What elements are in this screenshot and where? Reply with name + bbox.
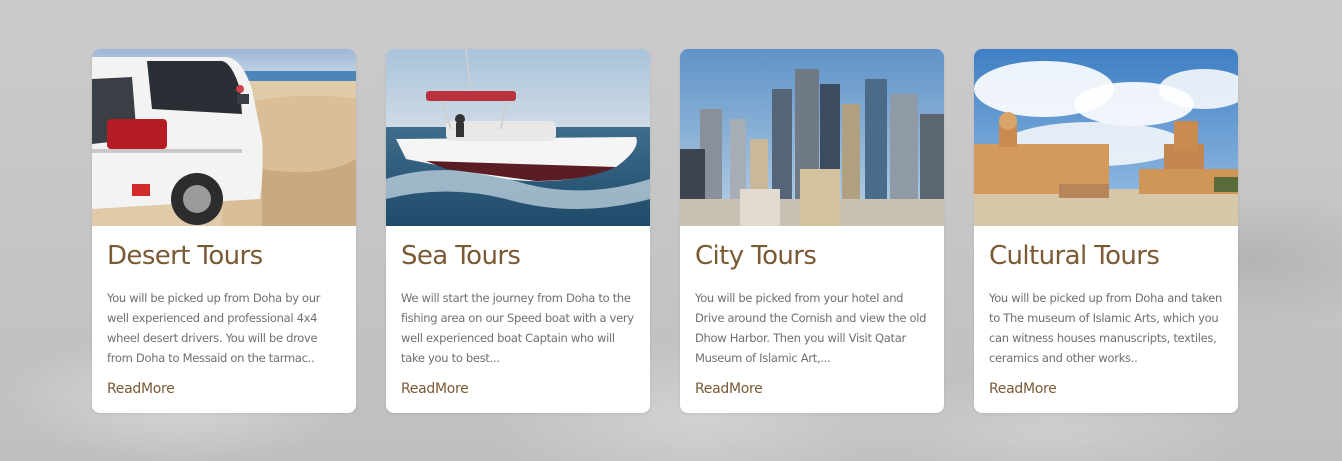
card-title: Desert Tours	[107, 241, 263, 271]
read-more-link[interactable]: ReadMore	[107, 381, 175, 397]
read-more-link[interactable]: ReadMore	[989, 381, 1057, 397]
tour-card-sea: Sea Tours We will start the journey from…	[386, 49, 650, 413]
city-tour-image[interactable]	[680, 49, 944, 226]
cultural-tour-image[interactable]	[974, 49, 1238, 226]
card-title: City Tours	[695, 241, 817, 271]
tour-cards: Desert Tours You will be picked up from …	[92, 49, 1238, 413]
card-description: You will be picked up from Doha and take…	[989, 291, 1222, 365]
desert-tour-image[interactable]	[92, 49, 356, 226]
tour-card-desert: Desert Tours You will be picked up from …	[92, 49, 356, 413]
card-title: Sea Tours	[401, 241, 521, 271]
card-title: Cultural Tours	[989, 241, 1160, 271]
tour-card-city: City Tours You will be picked from your …	[680, 49, 944, 413]
card-description: You will be picked from your hotel and D…	[695, 291, 927, 365]
card-description: We will start the journey from Doha to t…	[401, 291, 634, 365]
read-more-link[interactable]: ReadMore	[401, 381, 469, 397]
tour-card-cultural: Cultural Tours You will be picked up fro…	[974, 49, 1238, 413]
sea-tour-image[interactable]	[386, 49, 650, 226]
read-more-link[interactable]: ReadMore	[695, 381, 763, 397]
card-description: You will be picked up from Doha by our w…	[107, 291, 321, 365]
